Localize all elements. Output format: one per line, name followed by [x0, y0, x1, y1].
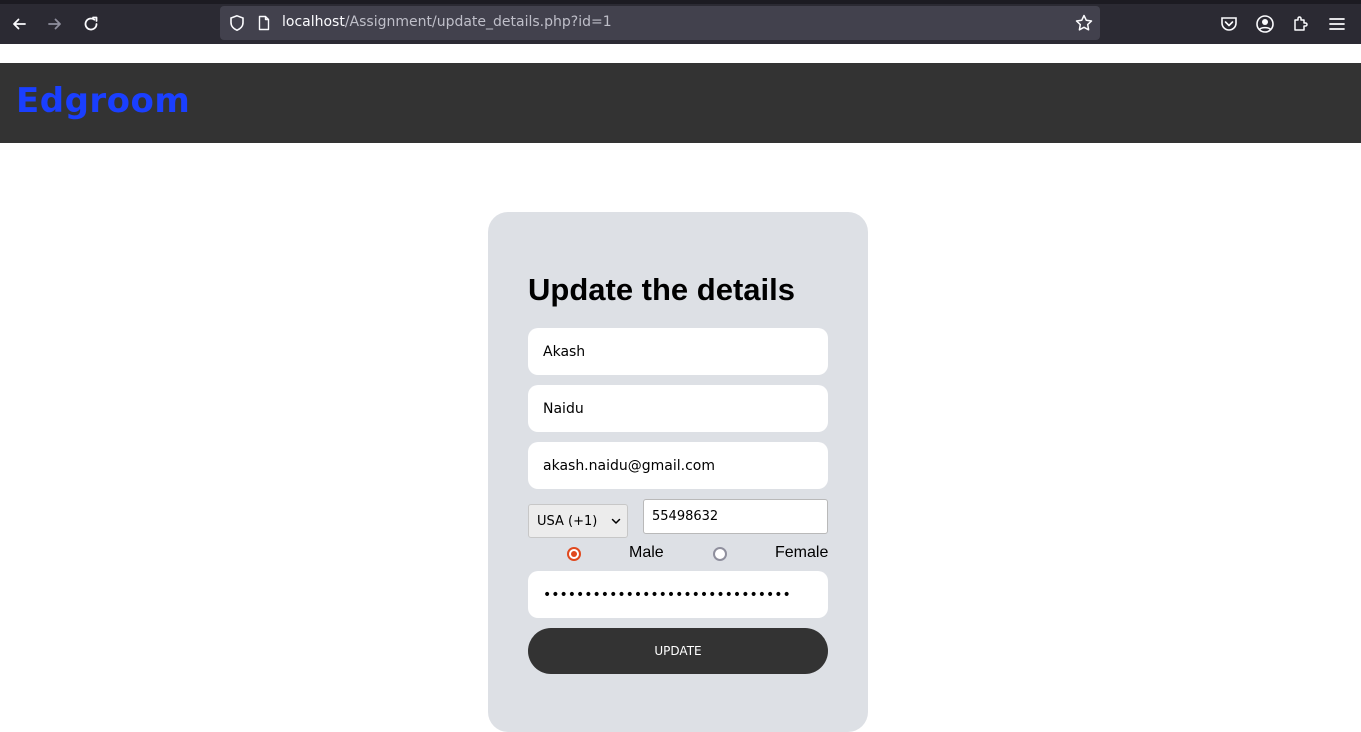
menu-icon[interactable]	[1327, 14, 1347, 34]
form-title: Update the details	[528, 272, 795, 307]
bookmark-star-icon[interactable]	[1074, 13, 1094, 33]
address-bar[interactable]: localhost/Assignment/update_details.php?…	[220, 6, 1100, 40]
site-logo[interactable]: Edgroom	[16, 81, 190, 121]
pocket-icon[interactable]	[1219, 14, 1239, 34]
url-text[interactable]: localhost/Assignment/update_details.php?…	[282, 14, 612, 30]
shield-icon[interactable]	[228, 14, 246, 32]
gender-female-label[interactable]: Female	[775, 544, 828, 562]
country-code-value: USA (+1)	[537, 513, 598, 529]
toolbar-gap	[0, 44, 1361, 63]
back-button[interactable]	[3, 8, 35, 40]
back-arrow-icon	[13, 18, 26, 30]
extensions-icon[interactable]	[1291, 14, 1311, 34]
password-field[interactable]: ••••••••••••••••••••••••••••••	[528, 571, 828, 618]
forward-arrow-icon	[48, 18, 61, 30]
forward-button[interactable]	[39, 8, 71, 40]
gender-male-radio[interactable]	[567, 547, 581, 561]
url-host: localhost	[282, 14, 345, 30]
site-header: Edgroom	[0, 63, 1361, 143]
url-path: /Assignment/update_details.php?id=1	[344, 14, 612, 30]
update-button[interactable]: UPDATE	[528, 628, 828, 674]
phone-field[interactable]: 55498632	[643, 499, 828, 534]
update-form-card: Update the details Akash Naidu akash.nai…	[488, 212, 868, 732]
first-name-field[interactable]: Akash	[528, 328, 828, 375]
page-icon	[258, 15, 270, 31]
reload-button[interactable]	[75, 8, 107, 40]
gender-female-radio[interactable]	[713, 547, 727, 561]
account-icon[interactable]	[1255, 14, 1275, 34]
chevron-down-icon	[611, 518, 621, 524]
last-name-field[interactable]: Naidu	[528, 385, 828, 432]
email-field[interactable]: akash.naidu@gmail.com	[528, 442, 828, 489]
gender-male-label[interactable]: Male	[629, 544, 664, 562]
country-code-select[interactable]: USA (+1)	[528, 504, 628, 538]
browser-toolbar: localhost/Assignment/update_details.php?…	[0, 0, 1361, 45]
reload-icon	[84, 16, 98, 31]
